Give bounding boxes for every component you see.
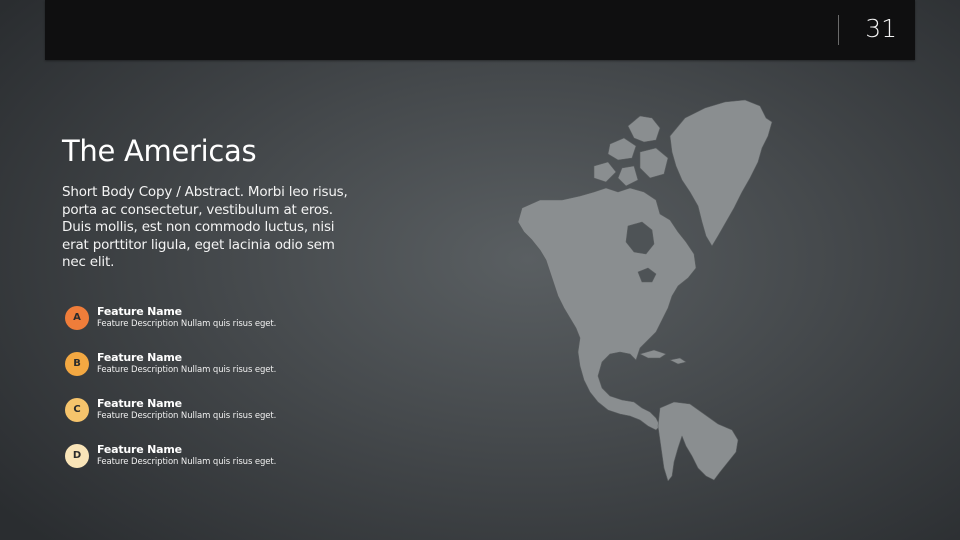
feature-name: Feature Name [97, 305, 182, 318]
slide-title: The Americas [62, 134, 257, 168]
page-number: 31 [865, 14, 897, 43]
header-divider [838, 15, 839, 45]
arctic-islands-shape-3 [639, 147, 669, 179]
arctic-islands-shape-5 [617, 165, 639, 187]
feature-item-d: D Feature Name Feature Description Nulla… [65, 442, 325, 472]
feature-name: Feature Name [97, 351, 182, 364]
americas-map [517, 99, 773, 481]
feature-badge-c: C [65, 398, 89, 422]
feature-description: Feature Description Nullam quis risus eg… [97, 457, 277, 467]
north-america-shape [517, 187, 697, 431]
south-america-shape [657, 401, 739, 481]
caribbean-shape-2 [669, 357, 687, 365]
feature-name: Feature Name [97, 443, 182, 456]
arctic-islands-shape-4 [593, 161, 617, 183]
arctic-islands-shape [627, 115, 661, 143]
feature-badge-d: D [65, 444, 89, 468]
feature-item-a: A Feature Name Feature Description Nulla… [65, 304, 325, 334]
caribbean-shape [639, 349, 667, 359]
feature-badge-a: A [65, 306, 89, 330]
feature-item-b: B Feature Name Feature Description Nulla… [65, 350, 325, 380]
feature-item-c: C Feature Name Feature Description Nulla… [65, 396, 325, 426]
feature-name: Feature Name [97, 397, 182, 410]
body-copy: Short Body Copy / Abstract. Morbi leo ri… [62, 184, 348, 270]
greenland-shape [669, 99, 773, 247]
feature-description: Feature Description Nullam quis risus eg… [97, 319, 277, 329]
header-bar: 31 [45, 0, 915, 60]
feature-badge-b: B [65, 352, 89, 376]
arctic-islands-shape-2 [607, 137, 637, 161]
feature-description: Feature Description Nullam quis risus eg… [97, 411, 277, 421]
feature-description: Feature Description Nullam quis risus eg… [97, 365, 277, 375]
